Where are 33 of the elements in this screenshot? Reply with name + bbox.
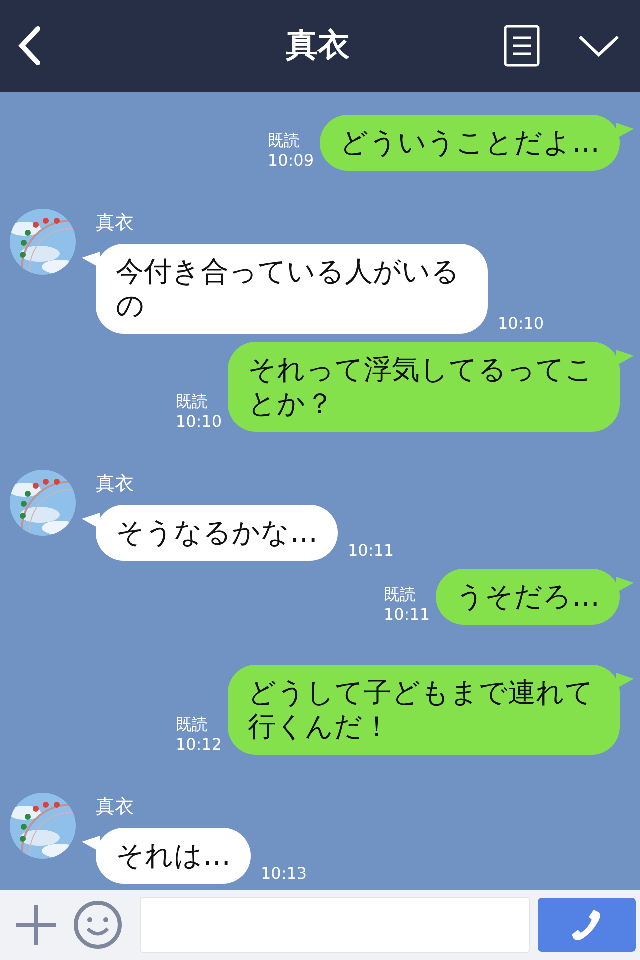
sent-message: どういうことだよ…	[320, 115, 620, 171]
message-time: 10:13	[261, 864, 308, 884]
notes-icon[interactable]	[504, 25, 540, 67]
sent-message: うそだろ…	[436, 569, 620, 625]
sender-name: 真衣	[96, 472, 134, 496]
speech-tail	[616, 577, 634, 593]
chevron-down-icon[interactable]	[578, 34, 620, 58]
speech-tail	[616, 123, 634, 139]
sender-name: 真衣	[96, 795, 134, 819]
chat-title: 真衣	[285, 25, 351, 66]
read-receipt: 既読	[268, 131, 300, 151]
message-input[interactable]	[140, 897, 530, 953]
sent-message: それって浮気してるってことか？	[228, 342, 620, 432]
received-message: それは…	[96, 828, 251, 884]
read-receipt: 既読	[176, 392, 208, 412]
call-button[interactable]	[538, 898, 636, 952]
smiley-icon[interactable]	[74, 901, 122, 949]
plus-icon[interactable]	[16, 905, 56, 945]
received-message: 今付き合っている人がいるの	[96, 244, 488, 334]
back-icon[interactable]	[16, 26, 42, 66]
message-time: 10:10	[498, 314, 544, 334]
message-time: 10:10	[176, 412, 222, 432]
read-receipt: 既読	[384, 585, 416, 605]
speech-tail	[616, 350, 634, 366]
sender-name: 真衣	[96, 211, 134, 235]
message-time: 10:12	[176, 735, 222, 755]
message-time: 10:11	[348, 541, 394, 561]
message-time: 10:09	[268, 151, 314, 171]
received-message: そうなるかな…	[96, 505, 338, 561]
sent-message: どうして子どもまで連れて行くんだ！	[228, 665, 620, 755]
read-receipt: 既読	[176, 715, 208, 735]
message-time: 10:11	[384, 605, 430, 625]
speech-tail	[616, 673, 634, 689]
